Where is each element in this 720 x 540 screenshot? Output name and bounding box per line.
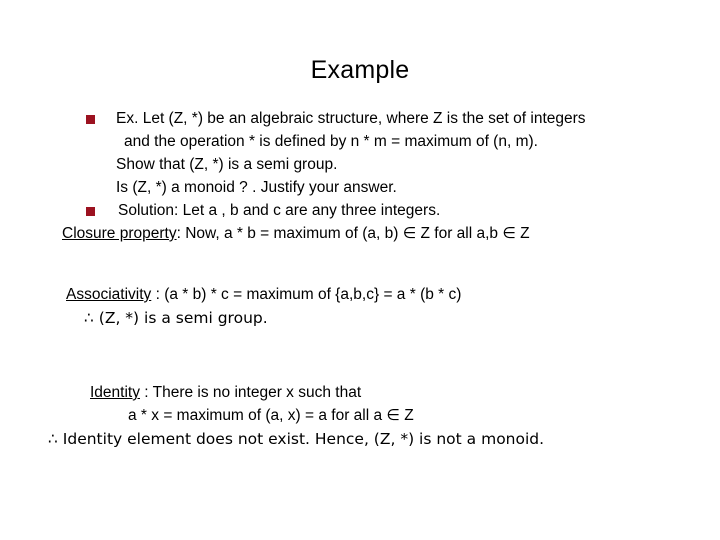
- identity-rest: : There is no integer x such that: [139, 384, 362, 401]
- problem-line-3: Show that (Z, *) is a semi group.: [116, 156, 338, 173]
- identity-equation: a * x = maximum of (a, x) = a for all a …: [128, 407, 414, 424]
- associativity-row: Associativity : (a * b) * c = maximum of…: [0, 284, 720, 307]
- identity-text: Identity : There is no integer x such th…: [90, 382, 361, 404]
- associativity-text: Associativity : (a * b) * c = maximum of…: [66, 284, 461, 306]
- page-title: Example: [310, 56, 410, 84]
- closure-property-rest: : Now, a * b = maximum of (a, b) ∈ Z for…: [176, 225, 530, 242]
- closure-property-label: Closure property: [62, 225, 177, 242]
- associativity-conclusion-row: ∴ (Z, *) is a semi group.: [0, 307, 720, 330]
- slide-body: Ex. Let (Z, *) be an algebraic structure…: [0, 108, 720, 451]
- closure-property-row: Closure property: Now, a * b = maximum o…: [0, 223, 720, 246]
- square-bullet-icon: [86, 115, 95, 124]
- problem-line-4-row: Is (Z, *) a monoid ? . Justify your answ…: [0, 177, 720, 200]
- list-item: Ex. Let (Z, *) be an algebraic structure…: [0, 108, 720, 131]
- identity-equation-row: a * x = maximum of (a, x) = a for all a …: [0, 405, 720, 428]
- problem-line-2: and the operation * is defined by n * m …: [124, 133, 538, 150]
- slide-canvas: Example Ex. Let (Z, *) be an algebraic s…: [0, 0, 720, 540]
- identity-conclusion: ∴ Identity element does not exist. Hence…: [48, 430, 545, 448]
- square-bullet-icon: [86, 207, 95, 216]
- list-item: Solution: Let a , b and c are any three …: [0, 200, 720, 223]
- problem-line-4: Is (Z, *) a monoid ? . Justify your answ…: [116, 179, 397, 196]
- problem-line-2-row: and the operation * is defined by n * m …: [0, 131, 720, 154]
- associativity-rest: : (a * b) * c = maximum of {a,b,c} = a *…: [151, 286, 462, 303]
- solution-line: Solution: Let a , b and c are any three …: [118, 202, 441, 219]
- problem-line-3-row: Show that (Z, *) is a semi group.: [0, 154, 720, 177]
- identity-row: Identity : There is no integer x such th…: [0, 382, 720, 405]
- problem-line-1: Ex. Let (Z, *) be an algebraic structure…: [116, 110, 586, 127]
- identity-conclusion-row: ∴ Identity element does not exist. Hence…: [0, 428, 720, 451]
- associativity-conclusion: ∴ (Z, *) is a semi group.: [84, 309, 268, 327]
- associativity-label: Associativity: [66, 286, 152, 303]
- identity-label: Identity: [90, 384, 140, 401]
- closure-property-text: Closure property: Now, a * b = maximum o…: [62, 223, 530, 245]
